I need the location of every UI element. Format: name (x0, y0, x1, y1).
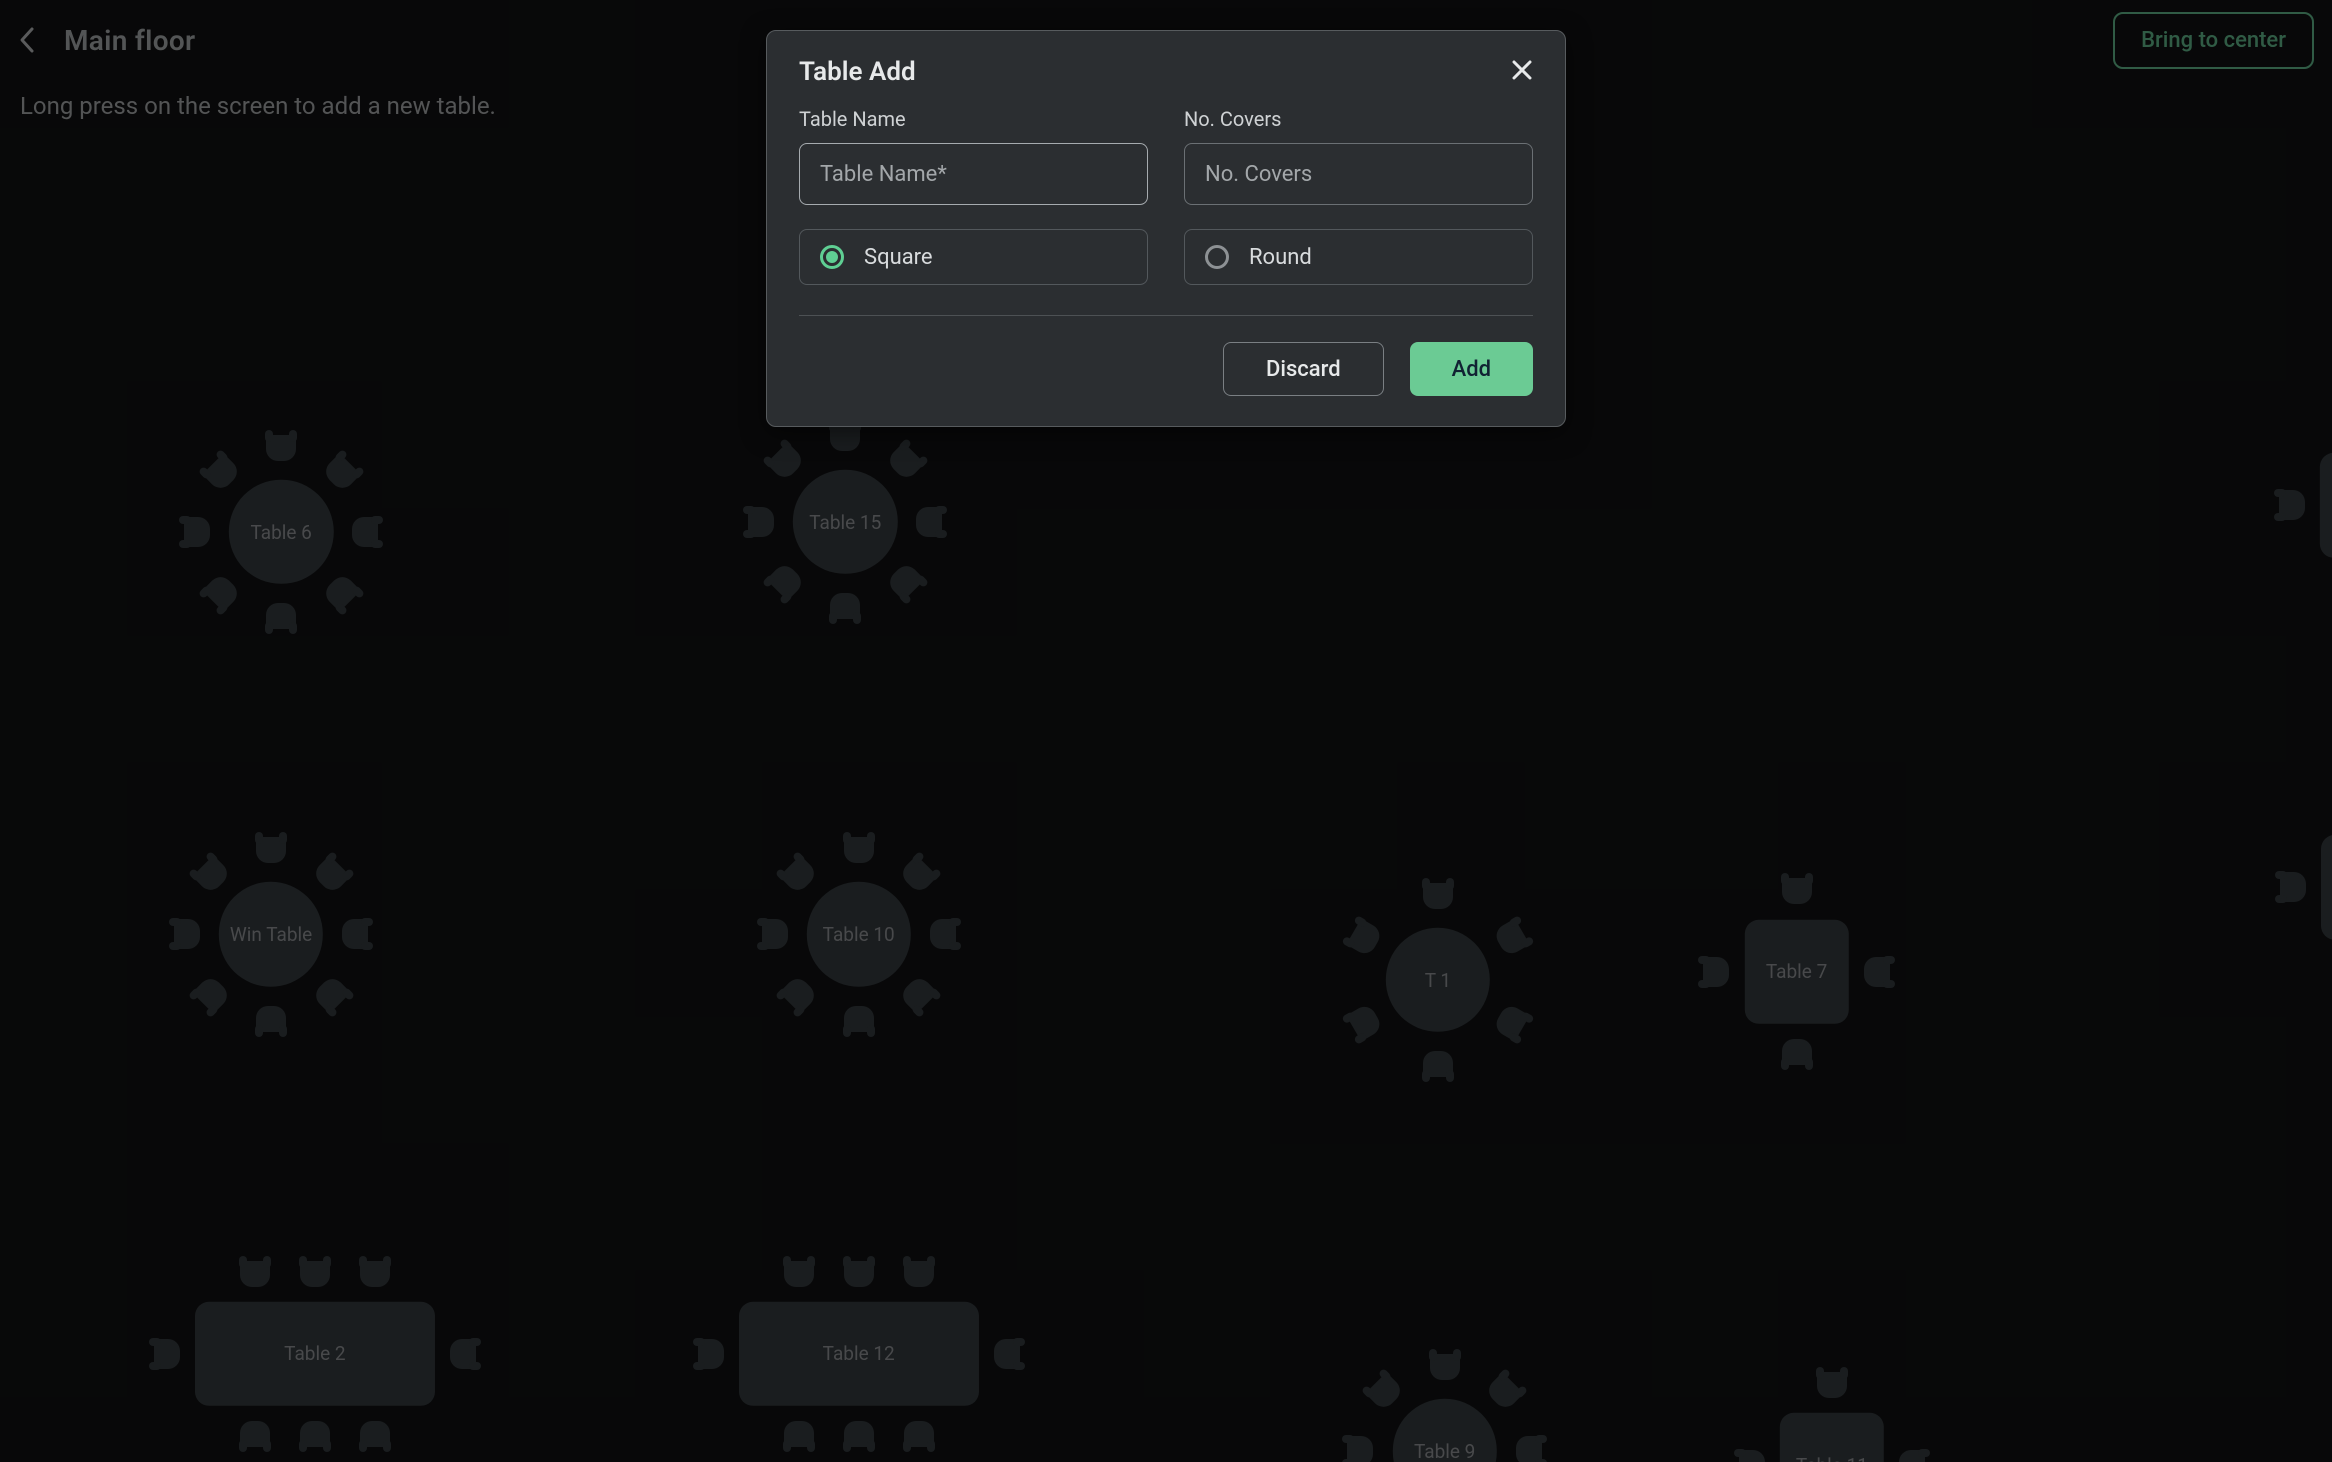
dialog-title: Table Add (799, 57, 916, 87)
table-name-input[interactable] (799, 143, 1148, 205)
covers-label: No. Covers (1184, 107, 1533, 131)
close-icon (1511, 59, 1533, 81)
add-table-dialog: Table Add Table Name No. Covers Square R… (766, 30, 1566, 427)
radio-icon (1205, 245, 1229, 269)
discard-button[interactable]: Discard (1223, 342, 1384, 396)
divider (799, 315, 1533, 316)
covers-input[interactable] (1184, 143, 1533, 205)
shape-label: Round (1249, 245, 1312, 270)
add-button[interactable]: Add (1410, 342, 1533, 396)
radio-icon (820, 245, 844, 269)
shape-option-square[interactable]: Square (799, 229, 1148, 285)
table-name-label: Table Name (799, 107, 1148, 131)
close-button[interactable] (1511, 59, 1533, 85)
shape-option-round[interactable]: Round (1184, 229, 1533, 285)
shape-label: Square (864, 245, 933, 270)
